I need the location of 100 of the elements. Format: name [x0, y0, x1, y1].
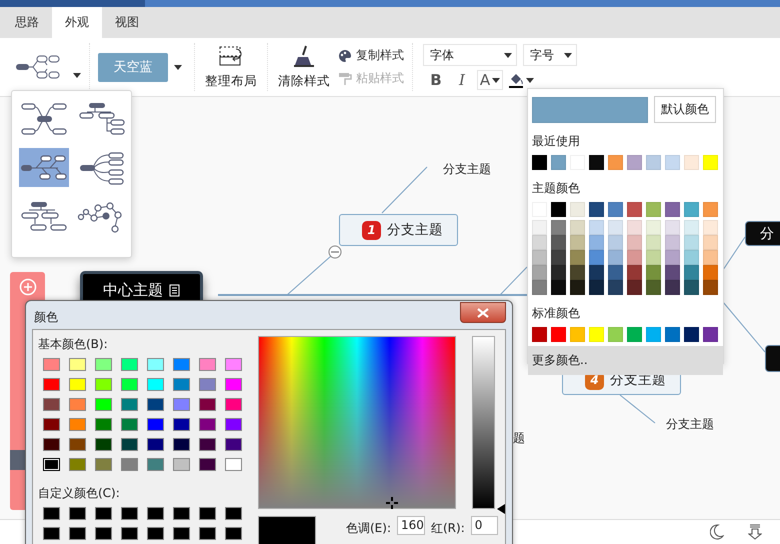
font-color-button[interactable]: A: [477, 70, 503, 90]
tab[interactable]: 思路: [2, 7, 52, 38]
color-swatch[interactable]: [532, 265, 547, 280]
color-swatch[interactable]: [147, 527, 164, 540]
color-swatch[interactable]: [147, 507, 164, 520]
color-swatch[interactable]: [589, 250, 604, 265]
color-swatch[interactable]: [551, 220, 566, 235]
color-swatch[interactable]: [608, 202, 623, 217]
color-spectrum[interactable]: [258, 336, 456, 509]
color-swatch[interactable]: [608, 327, 623, 342]
color-swatch[interactable]: [627, 250, 642, 265]
color-swatch[interactable]: [199, 458, 216, 471]
color-swatch[interactable]: [95, 418, 112, 431]
color-swatch[interactable]: [173, 438, 190, 451]
color-swatch[interactable]: [589, 220, 604, 235]
color-swatch[interactable]: [627, 327, 642, 342]
color-swatch[interactable]: [570, 220, 585, 235]
color-swatch[interactable]: [627, 202, 642, 217]
color-swatch[interactable]: [627, 155, 642, 170]
color-swatch[interactable]: [225, 358, 242, 371]
color-swatch[interactable]: [703, 250, 718, 265]
color-swatch[interactable]: [551, 155, 566, 170]
color-swatch[interactable]: [173, 418, 190, 431]
channel-r-field[interactable]: 0: [470, 516, 498, 535]
color-swatch[interactable]: [684, 235, 699, 250]
download-icon[interactable]: [748, 524, 762, 540]
color-swatch[interactable]: [646, 220, 661, 235]
color-swatch[interactable]: [121, 507, 138, 520]
font-size-select[interactable]: 字号: [523, 44, 577, 66]
color-swatch[interactable]: [570, 327, 585, 342]
color-swatch[interactable]: [684, 155, 699, 170]
color-swatch[interactable]: [665, 280, 680, 295]
color-swatch[interactable]: [69, 378, 86, 391]
color-swatch[interactable]: [121, 358, 138, 371]
color-swatch[interactable]: [95, 507, 112, 520]
color-swatch[interactable]: [69, 358, 86, 371]
color-swatch[interactable]: [173, 507, 190, 520]
structure-button[interactable]: [15, 54, 81, 80]
color-swatch[interactable]: [532, 235, 547, 250]
topic-node[interactable]: 分: [745, 221, 780, 246]
color-swatch[interactable]: [95, 358, 112, 371]
color-swatch[interactable]: [627, 265, 642, 280]
color-swatch[interactable]: [551, 202, 566, 217]
branch-topic-node[interactable]: 1 分支主题: [339, 214, 458, 246]
color-swatch[interactable]: [646, 202, 661, 217]
color-swatch[interactable]: [551, 265, 566, 280]
color-swatch[interactable]: [173, 378, 190, 391]
color-swatch[interactable]: [532, 220, 547, 235]
clear-style-button[interactable]: 清除样式: [276, 44, 332, 90]
subtopic-label[interactable]: 分支主题: [666, 416, 714, 433]
color-swatch[interactable]: [703, 220, 718, 235]
color-swatch[interactable]: [589, 265, 604, 280]
tab[interactable]: 视图: [102, 7, 152, 38]
color-swatch[interactable]: [43, 398, 60, 411]
color-swatch[interactable]: [532, 327, 547, 342]
color-swatch[interactable]: [173, 527, 190, 540]
color-swatch[interactable]: [43, 507, 60, 520]
color-swatch[interactable]: [551, 327, 566, 342]
color-swatch[interactable]: [121, 378, 138, 391]
color-swatch[interactable]: [665, 250, 680, 265]
close-button[interactable]: [460, 302, 506, 323]
collapse-button[interactable]: [328, 246, 342, 258]
default-color-button[interactable]: 默认颜色: [654, 96, 716, 123]
color-swatch[interactable]: [665, 220, 680, 235]
color-swatch[interactable]: [608, 250, 623, 265]
color-swatch[interactable]: [589, 155, 604, 170]
color-swatch[interactable]: [69, 438, 86, 451]
color-swatch[interactable]: [173, 398, 190, 411]
color-swatch[interactable]: [684, 220, 699, 235]
color-swatch[interactable]: [627, 280, 642, 295]
color-swatch[interactable]: [199, 398, 216, 411]
color-swatch[interactable]: [69, 458, 86, 471]
color-swatch[interactable]: [665, 155, 680, 170]
color-swatch[interactable]: [69, 527, 86, 540]
color-swatch[interactable]: [646, 250, 661, 265]
color-swatch[interactable]: [646, 265, 661, 280]
color-swatch[interactable]: [225, 378, 242, 391]
color-swatch[interactable]: [121, 438, 138, 451]
color-swatch[interactable]: [147, 358, 164, 371]
slider-arrow-icon[interactable]: [497, 504, 505, 514]
color-swatch[interactable]: [551, 280, 566, 295]
color-swatch[interactable]: [199, 527, 216, 540]
copy-style-button[interactable]: 复制样式: [338, 47, 404, 64]
add-icon[interactable]: [18, 278, 36, 296]
color-swatch[interactable]: [43, 418, 60, 431]
color-swatch[interactable]: [608, 265, 623, 280]
color-swatch[interactable]: [703, 202, 718, 217]
color-swatch[interactable]: [121, 527, 138, 540]
color-swatch[interactable]: [703, 235, 718, 250]
hue-field[interactable]: 160: [397, 516, 425, 535]
color-swatch[interactable]: [608, 155, 623, 170]
subtopic-label[interactable]: 题: [513, 430, 525, 447]
layout-option[interactable]: [19, 148, 69, 187]
color-swatch[interactable]: [570, 235, 585, 250]
color-swatch[interactable]: [703, 280, 718, 295]
color-swatch[interactable]: [43, 527, 60, 540]
color-swatch[interactable]: [43, 378, 60, 391]
color-swatch[interactable]: [608, 220, 623, 235]
color-swatch[interactable]: [627, 235, 642, 250]
color-swatch[interactable]: [147, 378, 164, 391]
